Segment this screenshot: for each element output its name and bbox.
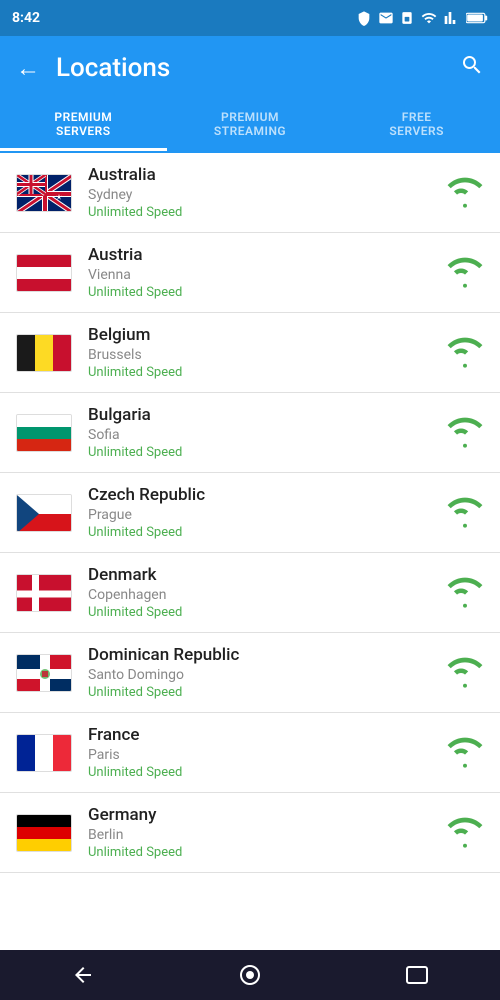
flag-austria [16, 254, 72, 292]
tab-premium-servers[interactable]: PREMIUMSERVERS [0, 100, 167, 151]
speed-label: Unlimited Speed [88, 285, 446, 300]
location-list: Australia Sydney Unlimited Speed Austria… [0, 153, 500, 951]
location-info: Bulgaria Sofia Unlimited Speed [88, 405, 446, 460]
location-info: Czech Republic Prague Unlimited Speed [88, 485, 446, 540]
wifi-signal-icon [446, 814, 484, 852]
city-name: Copenhagen [88, 587, 446, 603]
flag-australia [16, 174, 72, 212]
list-item[interactable]: Australia Sydney Unlimited Speed [0, 153, 500, 233]
city-name: Brussels [88, 347, 446, 363]
speed-label: Unlimited Speed [88, 605, 446, 620]
tab-free-servers[interactable]: FREESERVERS [333, 100, 500, 151]
speed-label: Unlimited Speed [88, 765, 446, 780]
city-name: Paris [88, 747, 446, 763]
nav-home-button[interactable] [230, 955, 270, 995]
nav-recent-button[interactable] [397, 955, 437, 995]
flag-germany [16, 814, 72, 852]
speed-label: Unlimited Speed [88, 205, 446, 220]
speed-label: Unlimited Speed [88, 445, 446, 460]
email-icon [378, 10, 394, 26]
list-item[interactable]: Dominican Republic Santo Domingo Unlimit… [0, 633, 500, 713]
city-name: Prague [88, 507, 446, 523]
sim-icon [400, 10, 414, 26]
location-info: Austria Vienna Unlimited Speed [88, 245, 446, 300]
nav-back-button[interactable] [63, 955, 103, 995]
wifi-signal-icon [446, 574, 484, 612]
status-bar: 8:42 [0, 0, 500, 36]
list-item[interactable]: France Paris Unlimited Speed [0, 713, 500, 793]
list-item[interactable]: Austria Vienna Unlimited Speed [0, 233, 500, 313]
wifi-status-icon [420, 10, 438, 26]
list-item[interactable]: Belgium Brussels Unlimited Speed [0, 313, 500, 393]
battery-icon [466, 11, 488, 25]
wifi-signal-icon [446, 254, 484, 292]
country-name: Australia [88, 165, 446, 185]
page-title: Locations [56, 53, 460, 83]
signal-icon [444, 10, 460, 26]
status-icons [356, 10, 488, 26]
wifi-signal-icon [446, 174, 484, 212]
wifi-signal-icon [446, 334, 484, 372]
speed-label: Unlimited Speed [88, 845, 446, 860]
back-nav-icon [71, 963, 95, 987]
wifi-signal-icon [446, 734, 484, 772]
speed-label: Unlimited Speed [88, 525, 446, 540]
location-info: France Paris Unlimited Speed [88, 725, 446, 780]
city-name: Sofia [88, 427, 446, 443]
speed-label: Unlimited Speed [88, 685, 446, 700]
country-name: Austria [88, 245, 446, 265]
status-time: 8:42 [12, 10, 356, 26]
flag-czech-republic [16, 494, 72, 532]
country-name: Belgium [88, 325, 446, 345]
home-nav-icon [240, 965, 260, 985]
country-name: Bulgaria [88, 405, 446, 425]
speed-label: Unlimited Speed [88, 365, 446, 380]
flag-bulgaria [16, 414, 72, 452]
flag-dominican-republic [16, 654, 72, 692]
country-name: Denmark [88, 565, 446, 585]
tab-premium-streaming[interactable]: PREMIUMSTREAMING [167, 100, 334, 151]
search-icon [460, 53, 484, 77]
tabs: PREMIUMSERVERS PREMIUMSTREAMING FREESERV… [0, 100, 500, 153]
list-item[interactable]: Bulgaria Sofia Unlimited Speed [0, 393, 500, 473]
flag-france [16, 734, 72, 772]
city-name: Vienna [88, 267, 446, 283]
bottom-nav [0, 950, 500, 1000]
location-info: Australia Sydney Unlimited Speed [88, 165, 446, 220]
country-name: France [88, 725, 446, 745]
city-name: Berlin [88, 827, 446, 843]
wifi-signal-icon [446, 414, 484, 452]
search-button[interactable] [460, 53, 484, 83]
country-name: Germany [88, 805, 446, 825]
list-item[interactable]: Denmark Copenhagen Unlimited Speed [0, 553, 500, 633]
location-info: Belgium Brussels Unlimited Speed [88, 325, 446, 380]
wifi-signal-icon [446, 654, 484, 692]
list-item[interactable]: Czech Republic Prague Unlimited Speed [0, 473, 500, 553]
city-name: Sydney [88, 187, 446, 203]
location-info: Denmark Copenhagen Unlimited Speed [88, 565, 446, 620]
recent-nav-icon [406, 966, 428, 984]
flag-denmark [16, 574, 72, 612]
city-name: Santo Domingo [88, 667, 446, 683]
country-name: Czech Republic [88, 485, 446, 505]
header: ← Locations [0, 36, 500, 100]
flag-belgium [16, 334, 72, 372]
location-info: Germany Berlin Unlimited Speed [88, 805, 446, 860]
list-item[interactable]: Germany Berlin Unlimited Speed [0, 793, 500, 873]
country-name: Dominican Republic [88, 645, 446, 665]
location-info: Dominican Republic Santo Domingo Unlimit… [88, 645, 446, 700]
shield-icon [356, 10, 372, 26]
back-button[interactable]: ← [16, 54, 40, 83]
wifi-signal-icon [446, 494, 484, 532]
